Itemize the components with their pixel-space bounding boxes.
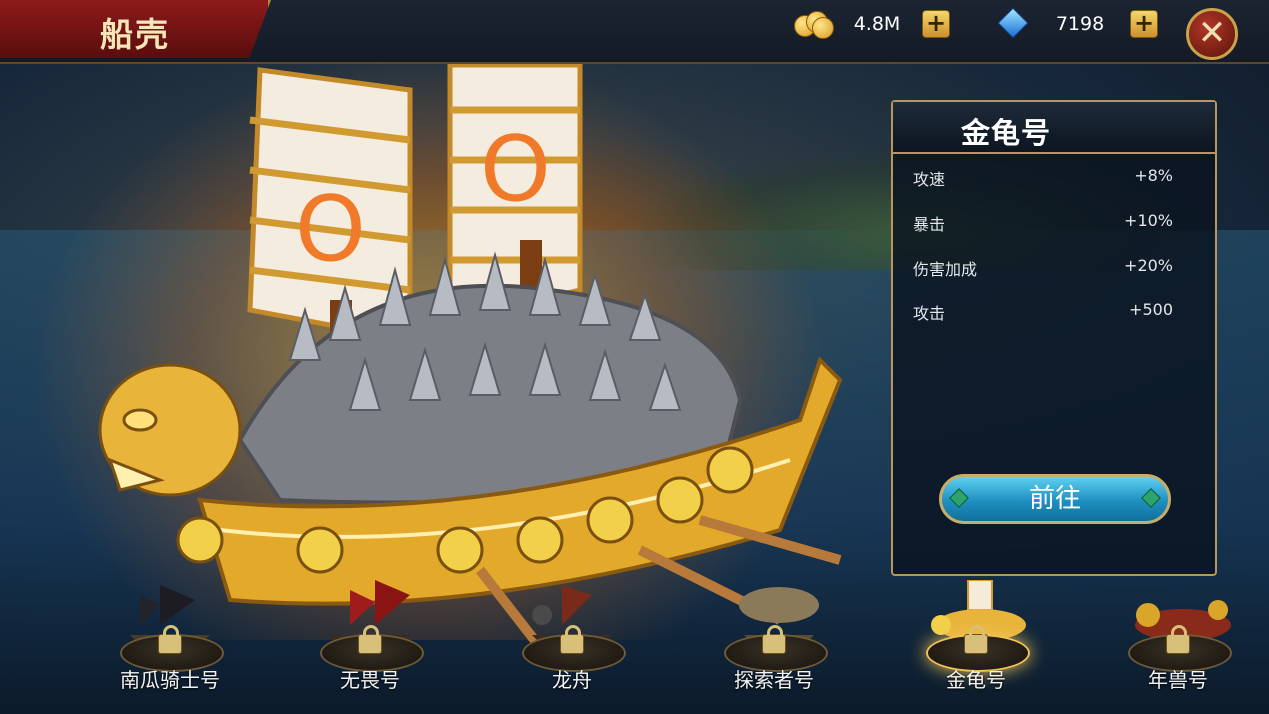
gem-amount: 7198 [1055, 13, 1105, 35]
stat-row: 暴击 +10% [913, 211, 1173, 239]
close-button[interactable]: ✕ [1186, 8, 1238, 60]
stat-label: 暴击 [913, 215, 946, 234]
stat-value: +10% [1124, 211, 1173, 230]
stat-label: 攻速 [913, 170, 946, 189]
ship-name: 金龟号 [946, 668, 1006, 692]
lock-icon [158, 625, 182, 654]
go-button-label: 前往 [1028, 484, 1081, 514]
stat-value: +8% [1134, 166, 1173, 185]
stat-label: 攻击 [913, 304, 946, 323]
lock-icon [1166, 625, 1190, 654]
gem-resource: 7198 + [994, 7, 1158, 40]
dragon-head [98, 363, 242, 497]
go-button[interactable]: 前往 [939, 474, 1171, 524]
ship-slot-pumpkin-knight[interactable]: 南瓜骑士号 [80, 580, 260, 714]
gem-ornament-icon [1141, 488, 1161, 508]
svg-text:O: O [295, 177, 366, 282]
ship-name: 南瓜骑士号 [120, 668, 220, 692]
stat-value: +20% [1124, 256, 1173, 275]
add-gems-button[interactable]: + [1130, 10, 1158, 38]
ship-name: 龙舟 [552, 668, 592, 692]
stat-row: 攻击 +500 [913, 300, 1173, 328]
stat-label: 伤害加成 [913, 260, 978, 279]
gold-resource: 4.8M + [792, 8, 950, 40]
gold-coins-icon [792, 11, 834, 39]
ship-name: 无畏号 [340, 668, 400, 692]
ship-selector: 南瓜骑士号 无畏号 龙舟 探索者号 金龟号 年兽号 [0, 580, 1269, 714]
ship-name: 探索者号 [734, 668, 814, 692]
gold-amount: 4.8M [853, 13, 901, 35]
lock-icon [762, 625, 786, 654]
gem-ornament-icon [949, 488, 969, 508]
ship-name-title: 金龟号 [961, 116, 1052, 150]
page-title: 船壳 [100, 15, 170, 54]
ship-name: 年兽号 [1148, 668, 1208, 692]
lock-icon [964, 625, 988, 654]
svg-text:O: O [480, 117, 551, 222]
stat-row: 伤害加成 +20% [913, 256, 1173, 284]
ship-slot-explorer[interactable]: 探索者号 [684, 580, 864, 714]
ship-slot-dragon-boat[interactable]: 龙舟 [482, 580, 662, 714]
lock-icon [358, 625, 382, 654]
lock-icon [560, 625, 584, 654]
ship-slot-golden-turtle[interactable]: 金龟号 [886, 580, 1066, 714]
diamond-icon [994, 7, 1030, 39]
ship-slot-dreadnought[interactable]: 无畏号 [280, 580, 460, 714]
stat-row: 攻速 +8% [913, 166, 1173, 194]
panel-header: 金龟号 [893, 102, 1215, 154]
stat-value: +500 [1129, 300, 1173, 319]
ship-slot-nian-beast[interactable]: 年兽号 [1088, 580, 1268, 714]
ship-info-panel: 金龟号 攻速 +8% 暴击 +10% 伤害加成 +20% 攻击 +500 前往 [891, 100, 1217, 576]
top-bar: 船壳 4.8M + 7198 + ✕ [0, 0, 1269, 64]
golden-turtle-ship-illustration: O O [98, 62, 843, 660]
add-gold-button[interactable]: + [922, 10, 950, 38]
